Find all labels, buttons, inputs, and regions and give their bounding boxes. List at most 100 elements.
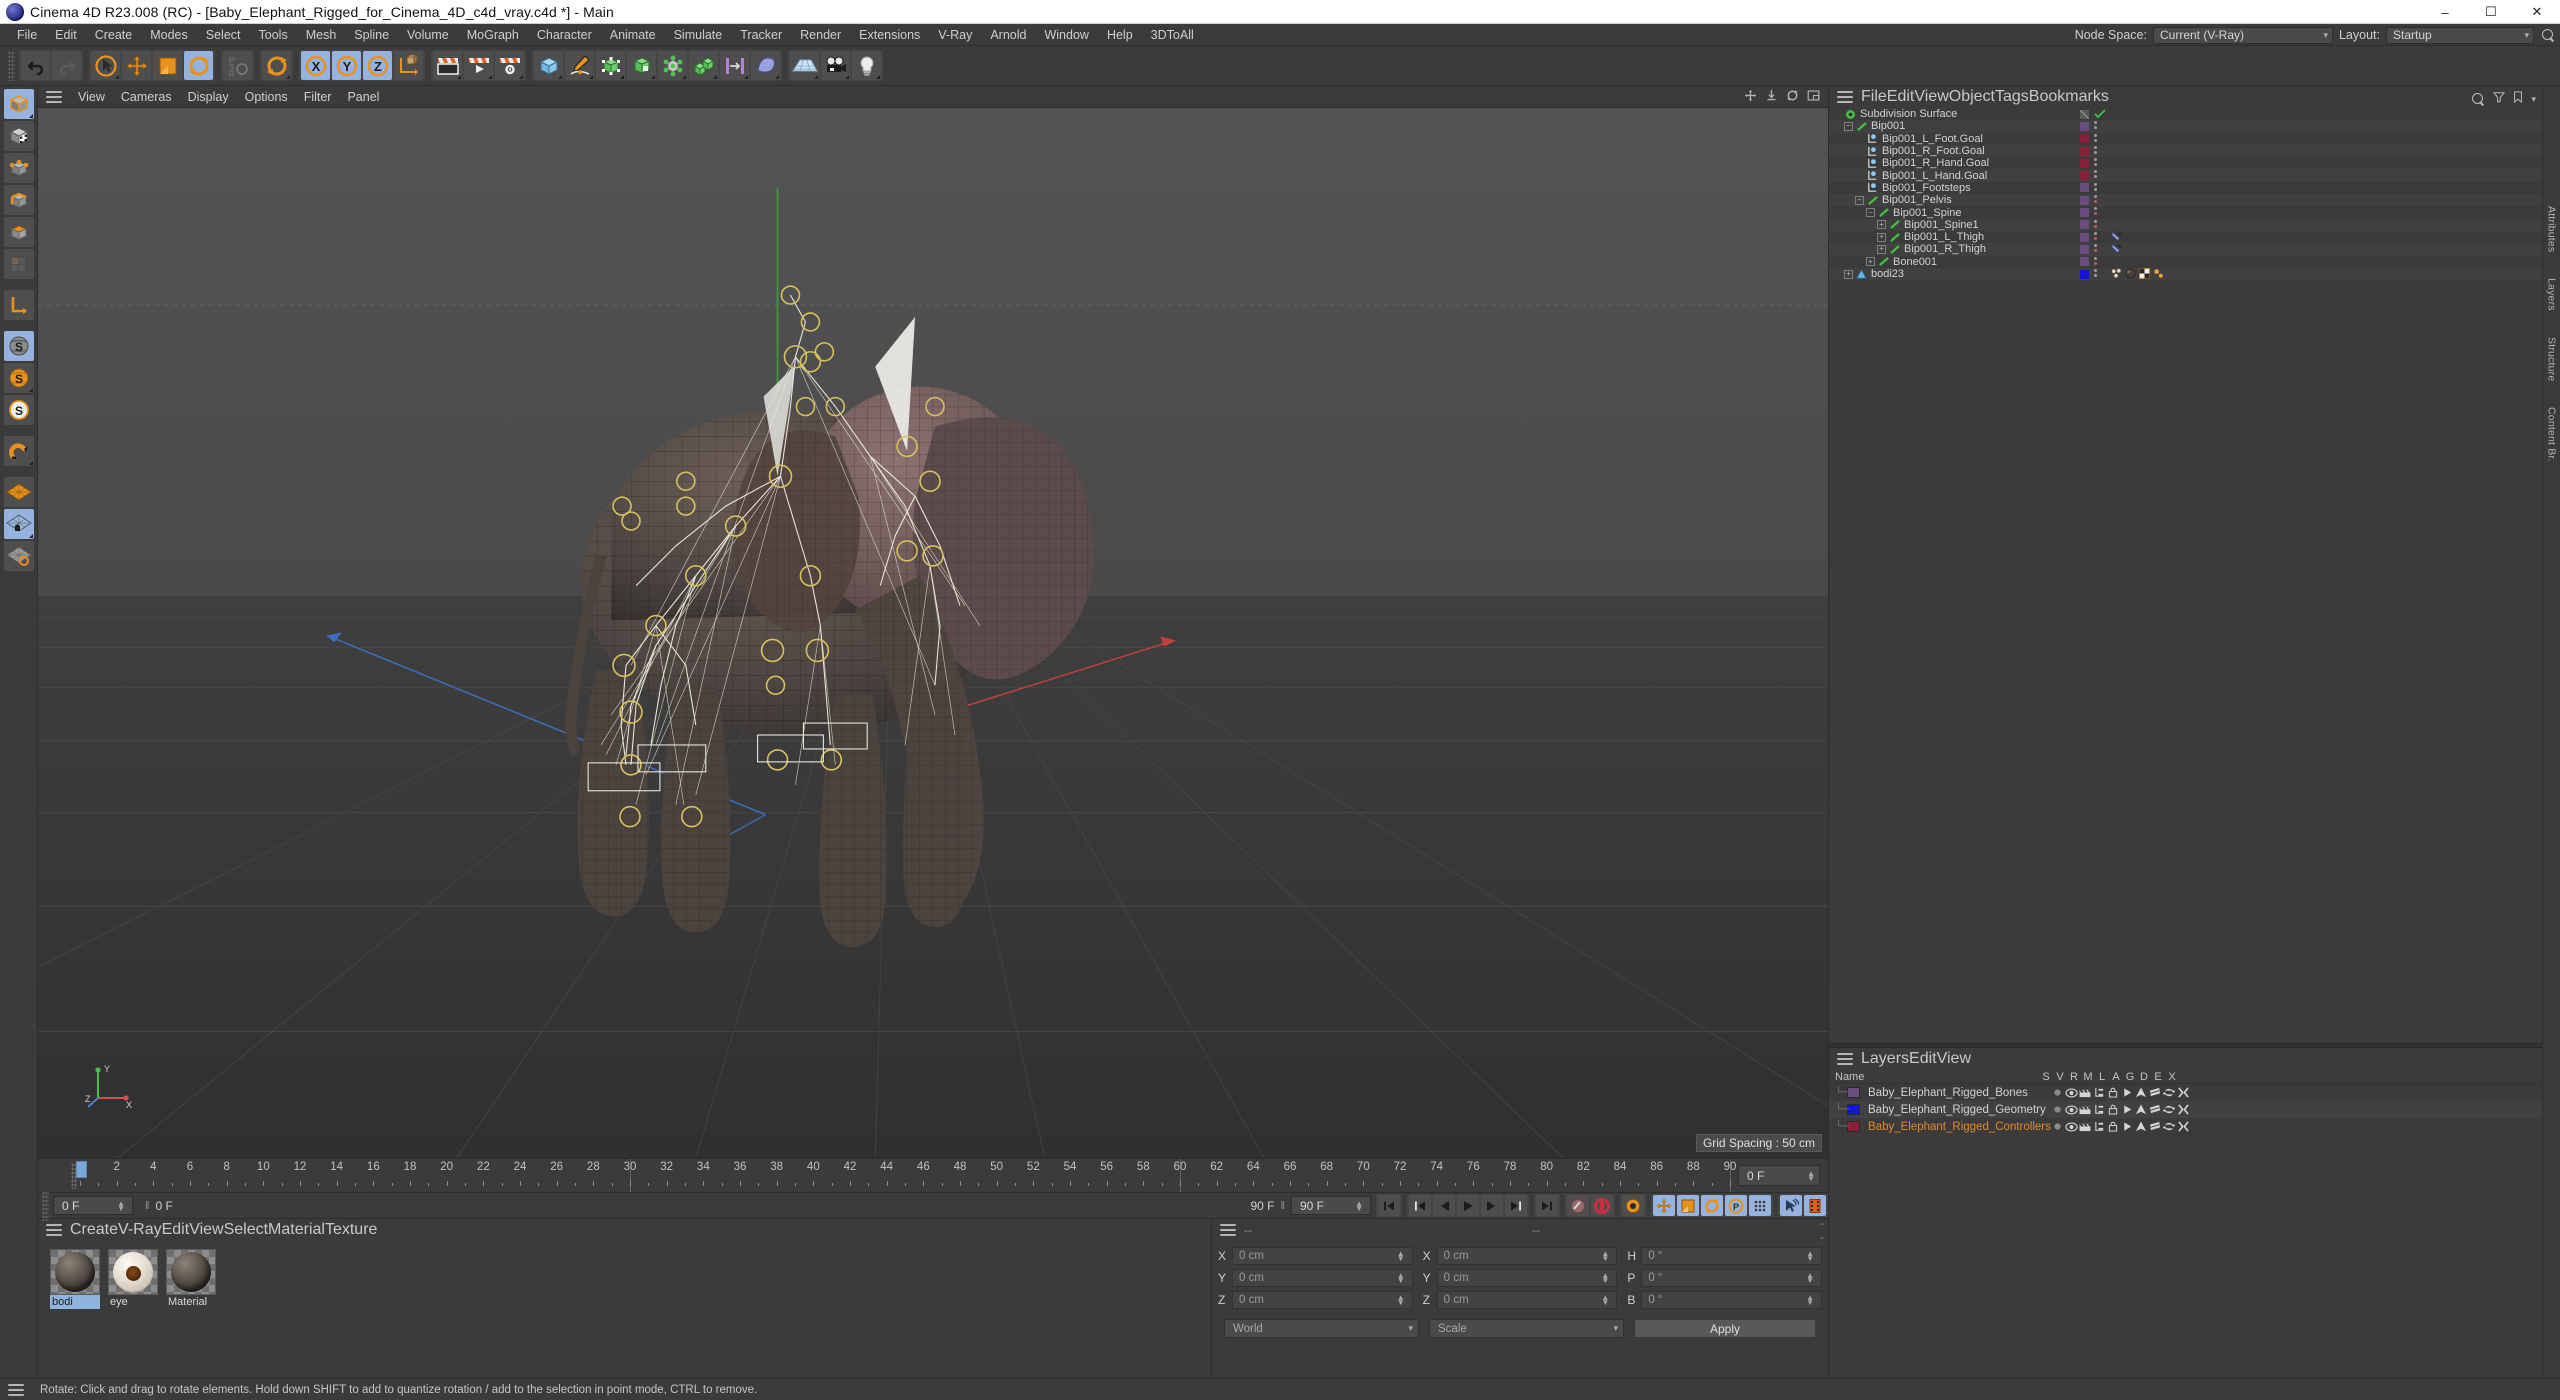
- object-row[interactable]: − Bip001: [1829, 120, 2542, 133]
- object-row[interactable]: + Bone001: [1829, 256, 2542, 268]
- menu-item-edit[interactable]: Edit: [46, 24, 86, 46]
- size-y-input[interactable]: 0 cm ▲ ▼: [1436, 1269, 1618, 1287]
- coordinate-mode-dropdown[interactable]: Scale ▾: [1429, 1319, 1624, 1338]
- uv-mode-button[interactable]: [3, 249, 34, 279]
- rotate-view-icon[interactable]: [1786, 89, 1799, 107]
- viewport-menu-filter[interactable]: Filter: [296, 86, 340, 108]
- object-visibility-dots[interactable]: [2094, 133, 2097, 142]
- menu-item-character[interactable]: Character: [528, 24, 601, 46]
- object-layer-swatch[interactable]: [2080, 220, 2089, 230]
- layer-row[interactable]: └─ Baby_Elephant_Rigged_Controllers: [1829, 1118, 2542, 1135]
- menu-item-extensions[interactable]: Extensions: [850, 24, 929, 46]
- key-scale-button[interactable]: [1677, 1195, 1699, 1216]
- axis-mode-button[interactable]: [3, 290, 34, 320]
- material-menu-create[interactable]: Create: [70, 1221, 118, 1239]
- workplane-snap-button[interactable]: S: [3, 395, 34, 425]
- hamburger-icon[interactable]: [46, 1224, 62, 1236]
- layer-expression-icon[interactable]: [2162, 1121, 2176, 1132]
- object-manager-tree[interactable]: Subdivision Surface − Bip001 Bip001_L_Foot.…: [1829, 108, 2542, 1043]
- viewport-menu-panel[interactable]: Panel: [339, 86, 387, 108]
- stepper-icon[interactable]: ▲ ▼: [1806, 1250, 1814, 1263]
- object-layer-swatch[interactable]: [2080, 208, 2089, 218]
- object-layer-swatch[interactable]: [2080, 134, 2089, 144]
- stepper-icon[interactable]: ▲ ▼: [117, 1199, 125, 1212]
- stepper-icon[interactable]: ▲ ▼: [1806, 1294, 1814, 1307]
- hamburger-icon[interactable]: [46, 90, 62, 103]
- menu-item-3dtoall[interactable]: 3DToAll: [1142, 24, 1203, 46]
- perspective-viewport[interactable]: Perspective Default Camera: [38, 108, 1828, 1158]
- layer-lock-icon[interactable]: [2106, 1104, 2120, 1115]
- object-layer-swatch[interactable]: [2080, 244, 2089, 254]
- right-edge-tabs[interactable]: Attributes Layers Structure Content Br.: [2542, 86, 2560, 1378]
- object-menu-view[interactable]: View: [1914, 88, 1948, 106]
- material-menu-v-ray[interactable]: V-Ray: [118, 1221, 162, 1239]
- object-layer-swatch[interactable]: [2080, 232, 2089, 242]
- render-region-button[interactable]: [464, 51, 493, 80]
- search-icon[interactable]: [2470, 91, 2486, 107]
- viewport-menu-view[interactable]: View: [70, 86, 113, 108]
- layer-menu-edit[interactable]: Edit: [1909, 1050, 1937, 1068]
- layer-manager-icon[interactable]: [2092, 1087, 2106, 1098]
- object-layer-swatch[interactable]: [2080, 195, 2089, 205]
- layer-manager-icon[interactable]: [2092, 1104, 2106, 1115]
- layer-deformer-icon[interactable]: [2148, 1121, 2162, 1132]
- psr-lock-button[interactable]: P S R: [223, 51, 252, 80]
- object-menu-edit[interactable]: Edit: [1887, 88, 1915, 106]
- maximize-viewport-icon[interactable]: [1807, 89, 1820, 107]
- goto-end-button[interactable]: [1536, 1195, 1558, 1216]
- object-row[interactable]: + bodi23: [1829, 267, 2542, 281]
- collapse-icon[interactable]: −: [1866, 208, 1875, 218]
- object-row[interactable]: + Bip001_R_Thigh: [1829, 243, 2542, 256]
- rotation-b-input[interactable]: 0 ° ▲ ▼: [1641, 1291, 1823, 1309]
- object-row[interactable]: + Bip001_Spine1: [1829, 218, 2542, 231]
- object-menu-bookmarks[interactable]: Bookmarks: [2029, 88, 2109, 106]
- add-generator-button[interactable]: [596, 51, 625, 80]
- hamburger-icon[interactable]: [1837, 1053, 1853, 1065]
- y-axis-lock-button[interactable]: Y: [332, 51, 361, 80]
- position-x-input[interactable]: 0 cm ▲ ▼: [1232, 1247, 1413, 1265]
- stepper-icon[interactable]: ▲ ▼: [1355, 1199, 1363, 1212]
- timeline-current-frame-field[interactable]: 0 F ▲ ▼: [1738, 1165, 1820, 1186]
- rotate-mode-button[interactable]: [262, 51, 291, 80]
- rotation-p-input[interactable]: 0 ° ▲ ▼: [1641, 1269, 1823, 1287]
- viewport-menu-cameras[interactable]: Cameras: [113, 86, 180, 108]
- menu-item-create[interactable]: Create: [86, 24, 142, 46]
- render-view-button[interactable]: [433, 51, 462, 80]
- material-preview[interactable]: [108, 1249, 158, 1295]
- layer-expression-icon[interactable]: [2162, 1104, 2176, 1115]
- apply-button[interactable]: Apply: [1634, 1319, 1816, 1338]
- goto-previous-key-button[interactable]: [1409, 1195, 1431, 1216]
- object-row[interactable]: + Bip001_L_Thigh: [1829, 231, 2542, 243]
- stepper-icon[interactable]: ▲ ▼: [1806, 1272, 1814, 1285]
- layer-deformer-icon[interactable]: [2148, 1104, 2162, 1115]
- object-row[interactable]: Bip001_L_Hand.Goal: [1829, 169, 2542, 182]
- move-tool-button[interactable]: [122, 51, 151, 80]
- edge-tab-layers[interactable]: Layers: [2546, 278, 2558, 311]
- object-visibility-dots[interactable]: [2094, 231, 2097, 240]
- layer-xpresso-icon[interactable]: [2176, 1104, 2190, 1115]
- edge-tab-content-br-[interactable]: Content Br.: [2546, 407, 2558, 462]
- layer-render-icon[interactable]: [2078, 1088, 2092, 1098]
- bookmark-icon[interactable]: [2512, 90, 2524, 108]
- layer-render-icon[interactable]: [2078, 1105, 2092, 1115]
- chevron-down-icon[interactable]: ▾: [2531, 94, 2536, 105]
- expand-icon[interactable]: +: [1877, 244, 1886, 254]
- timeline-playhead[interactable]: [76, 1161, 87, 1178]
- material-menu-view[interactable]: View: [189, 1221, 223, 1239]
- scale-tool-button[interactable]: [153, 51, 182, 80]
- collapse-icon[interactable]: −: [1844, 121, 1853, 131]
- add-deformer-button[interactable]: [627, 51, 656, 80]
- step-back-button[interactable]: [1433, 1195, 1455, 1216]
- range-start-field[interactable]: 0 F ▲ ▼: [53, 1196, 133, 1215]
- pan-view-icon[interactable]: [1744, 89, 1757, 107]
- layer-generator-icon[interactable]: [2134, 1104, 2148, 1115]
- object-menu-file[interactable]: File: [1861, 88, 1887, 106]
- add-cube-button[interactable]: [534, 51, 563, 80]
- node-space-dropdown[interactable]: Current (V-Ray) ▾: [2152, 26, 2333, 44]
- goto-start-button[interactable]: [1378, 1195, 1400, 1216]
- menu-item-render[interactable]: Render: [791, 24, 850, 46]
- object-visibility-dots[interactable]: [2094, 219, 2097, 228]
- key-rotation-button[interactable]: [1701, 1195, 1723, 1216]
- menu-item-simulate[interactable]: Simulate: [665, 24, 732, 46]
- layer-row[interactable]: └─ Baby_Elephant_Rigged_Bones: [1829, 1084, 2542, 1101]
